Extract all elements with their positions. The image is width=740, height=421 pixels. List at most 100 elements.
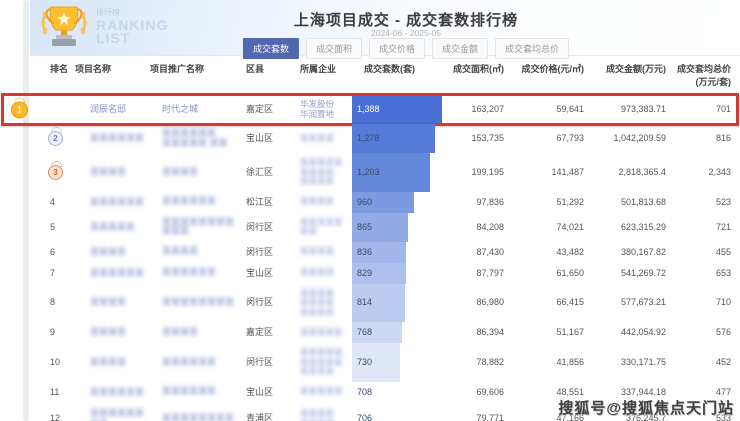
district-cell: 嘉定区	[240, 99, 292, 120]
avg-total-cell: 2,343	[670, 162, 735, 183]
units-value: 829	[352, 268, 372, 279]
table-row[interactable]: 润辰名邸 时代之城 嘉定区 华发股份华润置地 1,388 163,207 59,…	[30, 95, 735, 124]
avg-total-cell: 710	[670, 292, 735, 313]
project-name-link[interactable]: 润辰名邸	[73, 99, 148, 120]
avg-total-cell: 452	[670, 352, 735, 373]
project-name-link[interactable]: 某某某某	[73, 322, 148, 343]
ranking-table: 排名项目名称项目推广名称区县所属企业成交套数(套)成交面积(㎡)成交价格(元/㎡…	[30, 62, 735, 421]
gold-medal-icon: 1	[11, 101, 28, 118]
district-cell: 宝山区	[240, 382, 292, 403]
price-cell: 41,856	[510, 352, 588, 373]
header-banner: 排行榜 RANKING LIST 上海项目成交 - 成交套数排行榜 2024-0…	[30, 0, 740, 56]
company-cell[interactable]: 某某某某某某某某	[292, 404, 352, 421]
column-header: 区县	[240, 62, 292, 88]
promotion-name-cell[interactable]: 某某某某某某某某某某某	[148, 213, 240, 242]
project-name-link[interactable]: 某某某某某某	[73, 192, 148, 213]
units-value: 1,278	[352, 133, 380, 144]
company-cell[interactable]: 某某某某某	[292, 323, 352, 343]
area-cell: 86,980	[442, 292, 510, 313]
promotion-name-cell[interactable]: 某某某某	[148, 323, 240, 343]
units-value: 836	[352, 247, 372, 258]
table-row[interactable]: 3 某某某某 某某某某 徐汇区 某某某某某某某某某某某某某 1,203 199,…	[30, 153, 735, 192]
price-cell: 141,487	[510, 162, 588, 183]
amount-cell: 2,818,365.4	[588, 162, 670, 183]
promotion-name-cell[interactable]: 时代之城	[148, 100, 240, 120]
company-cell[interactable]: 某某某某某某某某某某某某某某	[292, 343, 352, 382]
rank-cell: 12	[30, 408, 73, 421]
company-cell[interactable]: 某某某某	[292, 129, 352, 149]
project-name-link[interactable]: 某某某某某	[73, 217, 148, 238]
promotion-name-cell[interactable]: 某某某某某某某某某某某 某某	[148, 124, 240, 153]
units-bar-cell: 829	[352, 263, 442, 284]
units-bar-cell: 708	[352, 382, 442, 403]
table-row[interactable]: 7 某某某某某某 某某某某某某 宝山区 某某某某 829 87,797 61,6…	[30, 263, 735, 284]
promotion-name-cell[interactable]: 某某某某某某某某	[148, 409, 240, 421]
tab-deal-avg-total[interactable]: 成交套均总价	[495, 38, 569, 59]
tab-deal-area[interactable]: 成交面积	[306, 38, 362, 59]
tab-deal-units[interactable]: 成交套数	[243, 38, 299, 59]
amount-cell: 442,054.92	[588, 322, 670, 343]
watermark-text: 搜狐号@搜狐焦点天门站	[558, 397, 734, 418]
company-cell[interactable]: 某某某某某某某某某某某某某	[292, 153, 352, 192]
company-cell[interactable]: 某某某某某某某	[292, 213, 352, 242]
company-cell[interactable]: 某某某某	[292, 263, 352, 283]
table-row[interactable]: 2 某某某某某某 某某某某某某某某某某某 某某 宝山区 某某某某 1,278 1…	[30, 124, 735, 153]
promotion-name-cell[interactable]: 某某某某某某	[148, 192, 240, 212]
company-cell[interactable]: 某某某某某	[292, 382, 352, 402]
price-cell: 51,292	[510, 192, 588, 213]
metric-tabs: 成交套数成交面积成交价格成交金额成交套均总价	[243, 38, 569, 59]
price-cell: 51,167	[510, 322, 588, 343]
units-value: 768	[352, 327, 372, 338]
column-header: 成交套均总价(万元/套)	[670, 62, 735, 88]
table-row[interactable]: 10 某某某某 某某某某某某 闵行区 某某某某某某某某某某某某某某 730 78…	[30, 343, 735, 382]
project-name-link[interactable]: 某某某某某某	[73, 382, 148, 403]
project-name-link[interactable]: 某某某某某某	[73, 263, 148, 284]
table-row[interactable]: 6 某某某某 某某某某 闵行区 某某某某 836 87,430 43,482 3…	[30, 242, 735, 263]
amount-cell: 541,269.72	[588, 263, 670, 284]
company-cell[interactable]: 某某某某某某某某某某某某	[292, 284, 352, 323]
amount-cell: 623,315.29	[588, 217, 670, 238]
rank-cell: 11	[30, 382, 73, 403]
promotion-name-cell[interactable]: 某某某某	[148, 242, 240, 262]
table-row[interactable]: 8 某某某某 某某某某某某某某 闵行区 某某某某某某某某某某某某 814 86,…	[30, 284, 735, 323]
column-header: 成交套数(套)	[352, 62, 442, 88]
project-name-link[interactable]: 某某某某	[73, 352, 148, 373]
avg-total-cell: 455	[670, 242, 735, 263]
rank-cell: 8	[30, 292, 73, 313]
table-row[interactable]: 9 某某某某 某某某某 嘉定区 某某某某某 768 86,394 51,167 …	[30, 322, 735, 343]
promotion-name-cell[interactable]: 某某某某某某	[148, 382, 240, 402]
tab-deal-price[interactable]: 成交价格	[369, 38, 425, 59]
table-row[interactable]: 4 某某某某某某 某某某某某某 松江区 某某某某 960 97,836 51,2…	[30, 192, 735, 213]
promotion-name-cell[interactable]: 某某某某某某	[148, 263, 240, 283]
units-value: 1,203	[352, 167, 380, 178]
tab-deal-amount[interactable]: 成交金额	[432, 38, 488, 59]
company-cell[interactable]: 某某某某	[292, 192, 352, 212]
units-bar-cell: 730	[352, 343, 442, 382]
promotion-name-cell[interactable]: 某某某某某某某某	[148, 293, 240, 313]
project-name-link[interactable]: 某某某某某某某某	[73, 403, 148, 421]
rank-cell: 9	[30, 322, 73, 343]
area-cell: 84,208	[442, 217, 510, 238]
column-header: 成交金额(万元)	[588, 62, 670, 88]
units-bar-cell: 865	[352, 213, 442, 242]
project-name-link[interactable]: 某某某某	[73, 162, 148, 183]
promotion-name-cell[interactable]: 某某某某	[148, 163, 240, 183]
promotion-name-cell[interactable]: 某某某某某某	[148, 353, 240, 373]
silver-medal-icon: 2	[48, 131, 63, 146]
units-bar-cell: 768	[352, 322, 442, 343]
column-header: 所属企业	[292, 62, 352, 88]
company-cell[interactable]: 某某某某	[292, 242, 352, 262]
units-bar-cell: 1,388	[352, 95, 442, 124]
project-name-link[interactable]: 某某某某	[73, 242, 148, 263]
left-scrollbar[interactable]	[23, 0, 29, 421]
company-cell[interactable]: 华发股份华润置地	[292, 95, 352, 124]
district-cell: 徐汇区	[240, 162, 292, 183]
project-name-link[interactable]: 某某某某	[73, 292, 148, 313]
column-header: 排名	[30, 62, 73, 88]
rank-cell: 6	[30, 242, 73, 263]
logo-badge-text: 排行榜	[96, 9, 168, 17]
ranking-logo: 排行榜 RANKING LIST	[38, 3, 168, 51]
table-row[interactable]: 5 某某某某某 某某某某某某某某某某某 闵行区 某某某某某某某 865 84,2…	[30, 213, 735, 242]
project-name-link[interactable]: 某某某某某某	[73, 128, 148, 149]
units-value: 960	[352, 197, 372, 208]
